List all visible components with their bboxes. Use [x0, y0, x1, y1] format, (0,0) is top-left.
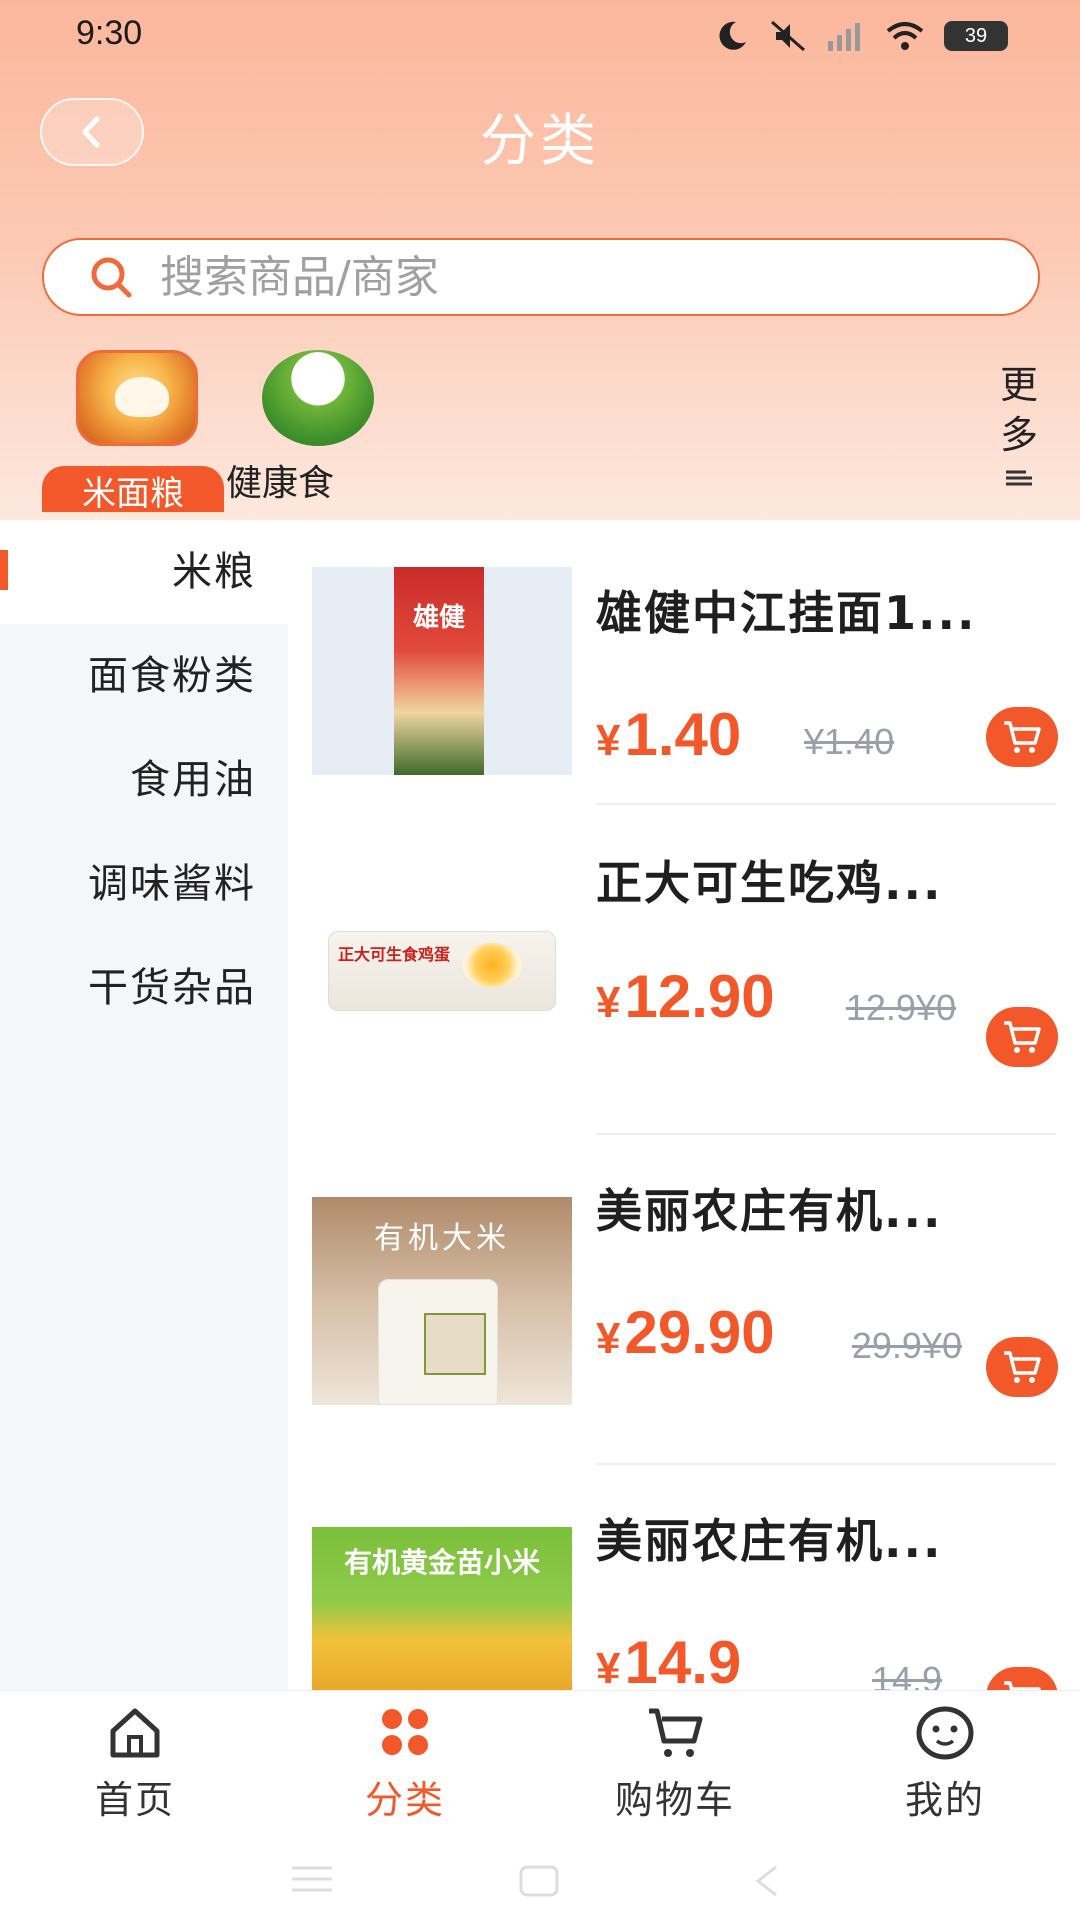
category-sidebar: 米粮 面食粉类 食用油 调味酱料 干货杂品 — [0, 520, 288, 1690]
product-price: ¥14.9 — [596, 1633, 816, 1691]
tab-label: 首页 — [94, 1778, 175, 1822]
original-price: 12.9¥0 — [845, 987, 956, 1028]
category-label: 米面粮 — [42, 466, 224, 512]
currency-symbol: ¥ — [596, 978, 621, 1027]
product-image: 正大可生食鸡蛋 — [312, 887, 572, 1095]
price-value: 12.90 — [624, 963, 775, 1030]
sidebar-item-oil[interactable]: 食用油 — [0, 728, 288, 832]
cart-icon — [649, 1708, 703, 1757]
add-to-cart-button[interactable] — [986, 1337, 1058, 1397]
rice-window — [424, 1313, 486, 1375]
system-nav-bar — [0, 1830, 1080, 1920]
wifi-icon — [886, 22, 924, 50]
tab-label: 购物车 — [614, 1778, 735, 1822]
status-icons: 39 — [714, 18, 1008, 54]
sidebar-item-dry-goods[interactable]: 干货杂品 — [0, 936, 288, 1040]
product-item[interactable]: 有机黄金苗小米 美丽农庄有机... ¥14.9 14.9 — [288, 1495, 1080, 1690]
active-indicator — [0, 550, 8, 590]
category-icon — [382, 1709, 428, 1755]
cart-icon — [1004, 721, 1041, 753]
product-price: ¥12.90 — [596, 967, 796, 1033]
product-price: ¥29.90 — [596, 1303, 806, 1369]
tab-home[interactable]: 首页 — [0, 1691, 270, 1831]
tab-category[interactable]: 分类 — [270, 1691, 540, 1831]
divider — [596, 1463, 1056, 1465]
product-name: 美丽农庄有机... — [596, 1514, 943, 1568]
back-nav-icon[interactable] — [752, 1864, 782, 1898]
product-name: 正大可生吃鸡... — [596, 856, 943, 910]
cart-icon — [1004, 1021, 1041, 1053]
price-value: 1.40 — [624, 701, 742, 768]
product-image: 有机黄金苗小米 — [312, 1527, 572, 1690]
cart-icon — [1004, 1681, 1041, 1690]
add-to-cart-button[interactable] — [986, 707, 1058, 767]
page-title: 分类 — [480, 109, 600, 174]
product-image: 有机大米 — [312, 1197, 572, 1405]
currency-symbol: ¥ — [596, 1644, 621, 1690]
more-button[interactable]: 更多 — [994, 360, 1044, 460]
sidebar-item-label: 米粮 — [172, 549, 256, 595]
status-time: 9:30 — [76, 14, 143, 52]
package-label: 正大可生食鸡蛋 — [338, 945, 451, 964]
search-icon — [91, 257, 132, 298]
product-item[interactable]: 有机大米 美丽农庄有机... ¥29.90 29.9¥0 — [288, 1165, 1080, 1495]
sidebar-item-label: 面食粉类 — [88, 653, 256, 699]
home-button-icon[interactable] — [518, 1864, 560, 1898]
egg-yolk — [462, 943, 522, 987]
category-rice-flour[interactable]: 米面粮 — [42, 350, 224, 512]
category-label: 健康食 — [226, 463, 335, 500]
sidebar-item-noodles[interactable]: 面食粉类 — [0, 624, 288, 728]
home-icon — [110, 1708, 160, 1758]
divider — [596, 1133, 1056, 1135]
original-price: ¥1.40 — [804, 721, 895, 762]
mute-icon — [771, 20, 805, 52]
package-label: 有机黄金苗小米 — [343, 1546, 540, 1579]
recent-apps-icon[interactable] — [290, 1864, 334, 1894]
category-health-food[interactable]: 健康食 — [226, 350, 376, 510]
signal-icon — [828, 23, 860, 51]
currency-symbol: ¥ — [596, 1314, 621, 1363]
tab-label: 我的 — [904, 1778, 985, 1822]
sidebar-item-sauces[interactable]: 调味酱料 — [0, 832, 288, 936]
divider — [596, 803, 1056, 805]
price-value: 29.90 — [624, 1299, 775, 1366]
sidebar-item-label: 调味酱料 — [88, 861, 256, 907]
currency-symbol: ¥ — [596, 716, 621, 765]
sidebar-item-label: 食用油 — [130, 757, 256, 803]
price-value: 14.9 — [624, 1629, 742, 1691]
add-to-cart-button[interactable] — [986, 1007, 1058, 1067]
package-label: 有机大米 — [374, 1221, 510, 1256]
category-image — [76, 350, 198, 446]
cart-icon — [1004, 1351, 1041, 1383]
category-page: 9:30 39 分类 米面粮 健康食 更多 米粮 面食粉类 — [0, 0, 1080, 1920]
sidebar-item-label: 干货杂品 — [88, 965, 256, 1011]
product-name: 美丽农庄有机... — [596, 1184, 943, 1238]
original-price: 29.9¥0 — [851, 1325, 962, 1366]
profile-icon — [916, 1706, 974, 1760]
tab-cart[interactable]: 购物车 — [540, 1691, 810, 1831]
tab-profile[interactable]: 我的 — [810, 1691, 1080, 1831]
add-to-cart-button[interactable] — [986, 1667, 1058, 1690]
product-item[interactable]: 雄健 雄健中江挂面1... ¥1.40 ¥1.40 — [288, 545, 1080, 875]
product-price: ¥1.40 — [596, 705, 806, 771]
category-image — [262, 350, 374, 446]
moon-icon — [719, 21, 746, 50]
original-price: 14.9 — [872, 1659, 943, 1690]
menu-icon — [1006, 470, 1032, 486]
tab-label: 分类 — [364, 1778, 445, 1822]
search-input[interactable] — [160, 251, 960, 303]
product-item[interactable]: 正大可生食鸡蛋 正大可生吃鸡... ¥12.90 12.9¥0 — [288, 835, 1080, 1165]
status-bar: 9:30 39 — [0, 0, 1080, 80]
bottom-tab-bar: 首页 分类 购物车 我的 — [0, 1690, 1080, 1830]
sidebar-item-rice[interactable]: 米粮 — [0, 520, 288, 624]
package-label: 雄健 — [412, 603, 465, 633]
search-bar[interactable] — [42, 238, 1040, 316]
battery-indicator: 39 — [944, 21, 1008, 51]
product-image: 雄健 — [312, 567, 572, 775]
product-name: 雄健中江挂面1... — [596, 586, 977, 640]
